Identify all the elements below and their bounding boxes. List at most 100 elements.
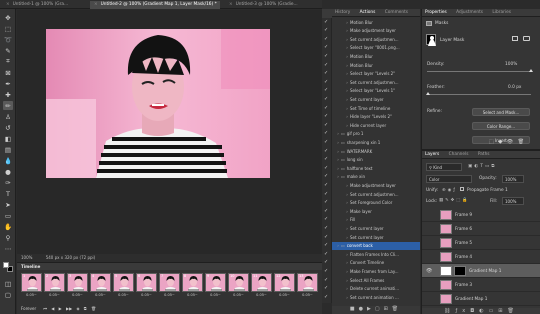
frame-delay[interactable]: 0.05~ [159,293,180,297]
history-brush-tool-icon[interactable]: ↺ [3,123,13,132]
apply-mask-icon[interactable]: ◆ [498,139,502,145]
gradient-tool-icon[interactable]: ▤ [3,145,13,154]
tab-libraries[interactable]: Libraries [492,10,511,15]
stop-recording-icon[interactable]: ■ [350,306,359,312]
action-enabled-check-icon[interactable]: ✓ [324,251,328,257]
eyedropper-tool-icon[interactable]: ✒ [3,79,13,88]
add-mask-icon[interactable]: ◘ [470,308,479,314]
timeline-frame[interactable]: 8 0.05~ [182,273,203,300]
action-enabled-check-icon[interactable]: ✓ [324,182,328,188]
action-enabled-check-icon[interactable]: ✓ [324,62,328,68]
group-icon[interactable]: ▭ [489,308,499,314]
action-enabled-check-icon[interactable]: ✓ [324,268,328,274]
action-enabled-check-icon[interactable]: ✓ [324,53,328,59]
action-step-item[interactable]: › Set current layer [332,224,420,232]
action-enabled-check-icon[interactable]: ✓ [324,225,328,231]
action-step-item[interactable]: › Fill [332,216,420,224]
layer-row[interactable]: Frame 5 [422,236,540,250]
foreground-color-swatch[interactable] [3,262,9,268]
lock-all-icon[interactable]: 🔒 [462,198,469,203]
tab-properties[interactable]: Properties [425,10,447,15]
frame-delay[interactable]: 0.05~ [113,293,134,297]
action-enabled-check-icon[interactable]: ✓ [324,122,328,128]
action-enabled-check-icon[interactable]: ✓ [324,277,328,283]
duplicate-frame-icon[interactable]: ⧉ [84,306,87,311]
action-enabled-check-icon[interactable]: ✓ [324,27,328,33]
pen-tool-icon[interactable]: ✑ [3,178,13,187]
move-tool-icon[interactable]: ✥ [3,13,13,22]
action-set-item[interactable]: › ▭ convert back [332,241,420,250]
record-icon[interactable]: ● [359,306,367,312]
action-step-item[interactable]: › Hide layer "Levels 2" [332,113,420,121]
clone-stamp-tool-icon[interactable]: ♙ [3,112,13,121]
timeline-frame[interactable]: 1 0.05~ [21,273,42,300]
document-canvas[interactable] [46,29,270,178]
action-enabled-check-icon[interactable]: ✓ [324,44,328,50]
action-enabled-check-icon[interactable]: ✓ [324,216,328,222]
quick-select-tool-icon[interactable]: ✎ [3,46,13,55]
action-step-item[interactable]: › Motion Blur [332,52,420,60]
timeline-frame[interactable]: 13 0.05~ [297,273,318,300]
quick-mask-icon[interactable]: ◫ [3,279,13,288]
tab-adjustments[interactable]: Adjustments [456,10,483,15]
filter-smart-icon[interactable]: ⧉ [491,164,496,169]
action-enabled-check-icon[interactable]: ✓ [324,148,328,154]
action-enabled-check-icon[interactable]: ✓ [324,105,328,111]
opacity-field[interactable]: 100% [502,175,524,183]
dodge-tool-icon[interactable]: ● [3,167,13,176]
delete-frame-icon[interactable]: 🗑 [91,306,96,311]
visibility-eye-icon[interactable]: 👁 [426,268,432,274]
layer-row[interactable]: Frame 3 [422,278,540,292]
action-enabled-check-icon[interactable]: ✓ [324,130,328,136]
action-enabled-check-icon[interactable]: ✓ [324,259,328,265]
select-and-mask-button[interactable]: Select and Mask... [472,108,530,116]
add-vector-mask-icon[interactable] [523,36,530,41]
frame-delay[interactable]: 0.05~ [136,293,157,297]
frame-tool-icon[interactable]: ⊠ [3,68,13,77]
action-enabled-check-icon[interactable]: ✓ [324,191,328,197]
action-enabled-check-icon[interactable]: ✓ [324,285,328,291]
frame-delay[interactable]: 0.05~ [90,293,111,297]
timeline-frame[interactable]: 9 0.05~ [205,273,226,300]
select-pixel-mask-icon[interactable] [512,36,518,41]
adjustment-layer-icon[interactable]: ◐ [479,308,488,314]
layer-mask-thumbnail[interactable] [454,266,466,276]
frame-delay[interactable]: 0.05~ [21,293,42,297]
action-step-item[interactable]: › Set current adjustmen... [332,35,420,43]
action-enabled-check-icon[interactable]: ✓ [324,173,328,179]
tab-comments[interactable]: Comments [385,10,408,15]
eraser-tool-icon[interactable]: ◧ [3,134,13,143]
new-layer-icon[interactable]: ⊞ [498,308,507,314]
delete-action-icon[interactable]: 🗑 [392,306,402,312]
action-enabled-check-icon[interactable]: ✓ [324,234,328,240]
action-enabled-check-icon[interactable]: ✓ [324,79,328,85]
hand-tool-icon[interactable]: ✋ [3,222,13,231]
action-step-item[interactable]: › Set current layer [332,233,420,241]
play-action-icon[interactable]: ▶ [367,306,375,312]
screen-mode-icon[interactable]: ▢ [3,290,13,299]
frame-delay[interactable]: 0.05~ [44,293,65,297]
previous-frame-icon[interactable]: ◀ [51,306,54,311]
action-enabled-check-icon[interactable]: ✓ [324,208,328,214]
delete-layer-icon[interactable]: 🗑 [508,308,519,314]
feather-value[interactable]: 0.0 px [508,85,521,90]
layer-style-icon[interactable]: ƒx [455,308,470,314]
layer-row[interactable]: Frame 4 [422,250,540,264]
action-step-item[interactable]: › Make adjustment layer [332,27,420,35]
healing-brush-tool-icon[interactable]: ✚ [3,90,13,99]
action-step-item[interactable]: › Convert Timeline [332,259,420,267]
delete-mask-icon[interactable]: 🗑 [518,139,524,145]
action-set-item[interactable]: › ▭ sharpening xin 1 [332,138,420,146]
timeline-frame[interactable]: 11 0.05~ [251,273,272,300]
action-step-item[interactable]: › Motion Blur [332,61,420,69]
zoom-tool-icon[interactable]: ⚲ [3,233,13,242]
frame-delay[interactable]: 0.05~ [274,293,295,297]
action-enabled-check-icon[interactable]: ✓ [324,19,328,25]
action-step-item[interactable]: › Select layer "0001.png... [332,44,420,52]
action-enabled-check-icon[interactable]: ✓ [324,70,328,76]
first-frame-icon[interactable]: ⏮ [43,306,47,311]
frame-delay[interactable]: 0.05~ [182,293,203,297]
action-enabled-check-icon[interactable]: ✓ [324,96,328,102]
timeline-frame[interactable]: 2 0.05~ [44,273,65,300]
new-action-icon[interactable]: ⊞ [384,306,392,312]
